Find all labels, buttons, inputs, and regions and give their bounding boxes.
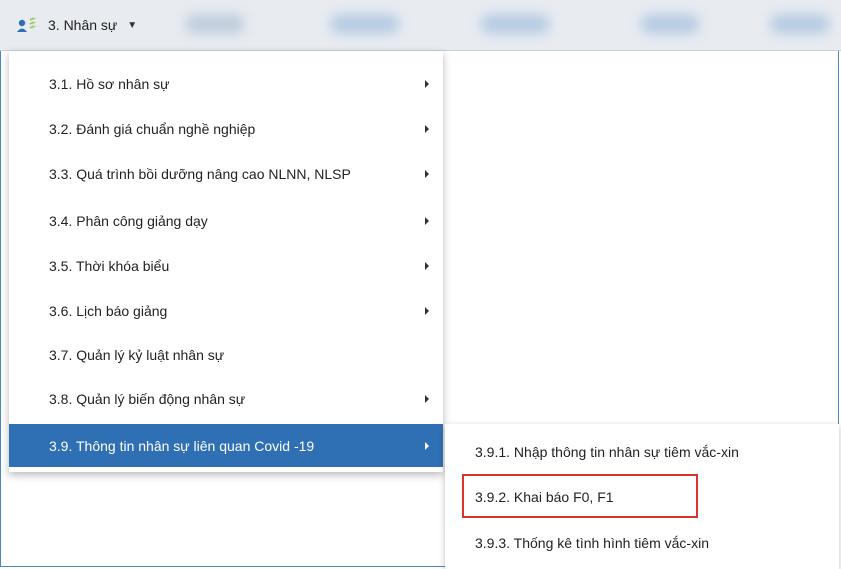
menu-item-thoi-khoa-bieu[interactable]: 3.5. Thời khóa biểu (9, 244, 443, 287)
chevron-right-icon (425, 124, 429, 133)
submenu-item-nhap-thong-tin[interactable]: 3.9.1. Nhập thông tin nhân sự tiêm vắc-x… (445, 429, 839, 474)
menu-item-label: 3.5. Thời khóa biểu (49, 257, 170, 274)
menu-item-ho-so-nhan-su[interactable]: 3.1. Hồ sơ nhân sự (9, 62, 443, 105)
submenu-item-thong-ke[interactable]: 3.9.3. Thống kê tình hình tiêm vắc-xin (445, 520, 839, 565)
chevron-right-icon (425, 79, 429, 88)
menu-item-covid-19[interactable]: 3.9. Thông tin nhân sự liên quan Covid -… (9, 424, 443, 467)
menu-item-label: 3.6. Lịch báo giảng (49, 302, 168, 319)
blurred-menu-item (640, 14, 700, 34)
highlight-annotation (462, 474, 698, 518)
chevron-right-icon (425, 306, 429, 315)
menu-item-label: 3.7. Quản lý kỷ luật nhân sự (49, 346, 225, 363)
chevron-right-icon (425, 394, 429, 403)
blurred-menu-item (770, 14, 830, 34)
chevron-right-icon (425, 216, 429, 225)
chevron-right-icon (425, 169, 429, 178)
menu-nhan-su[interactable]: 3. Nhân sự ▼ (10, 10, 143, 40)
menu-item-ky-luat[interactable]: 3.7. Quản lý kỷ luật nhân sự (9, 333, 443, 376)
menu-item-danh-gia[interactable]: 3.2. Đánh giá chuẩn nghề nghiệp (9, 107, 443, 150)
menu-item-phan-cong[interactable]: 3.4. Phân công giảng dạy (9, 199, 443, 242)
menu-item-label: 3.1. Hồ sơ nhân sự (49, 75, 170, 92)
menu-item-label: 3.2. Đánh giá chuẩn nghề nghiệp (49, 120, 256, 137)
menu-item-label: 3.8. Quản lý biến động nhân sự (49, 390, 246, 407)
chevron-right-icon (425, 261, 429, 270)
submenu-item-label: 3.9.1. Nhập thông tin nhân sự tiêm vắc-x… (475, 443, 739, 460)
caret-down-icon: ▼ (127, 19, 138, 31)
submenu-item-label: 3.9.3. Thống kê tình hình tiêm vắc-xin (475, 534, 709, 551)
blurred-menu-item (480, 14, 550, 34)
menu-item-label: 3.3. Quá trình bồi dưỡng nâng cao NLNN, … (49, 165, 351, 182)
people-icon (16, 16, 44, 34)
menu-item-label: 3.4. Phân công giảng dạy (49, 212, 208, 229)
blurred-menu-item (185, 14, 245, 34)
blurred-menu-item (330, 14, 400, 34)
chevron-right-icon (425, 441, 429, 450)
menu-label: 3. Nhân sự (48, 17, 118, 33)
menu-item-boi-duong[interactable]: 3.3. Quá trình bồi dưỡng nâng cao NLNN, … (9, 152, 443, 195)
dropdown-menu: 3.1. Hồ sơ nhân sự 3.2. Đánh giá chuẩn n… (9, 51, 443, 472)
top-menubar: 3. Nhân sự ▼ (0, 0, 841, 51)
menu-item-bien-dong[interactable]: 3.8. Quản lý biến động nhân sự (9, 377, 443, 420)
menu-item-lich-bao-giang[interactable]: 3.6. Lịch báo giảng (9, 289, 443, 332)
menu-item-label: 3.9. Thông tin nhân sự liên quan Covid -… (49, 437, 315, 454)
